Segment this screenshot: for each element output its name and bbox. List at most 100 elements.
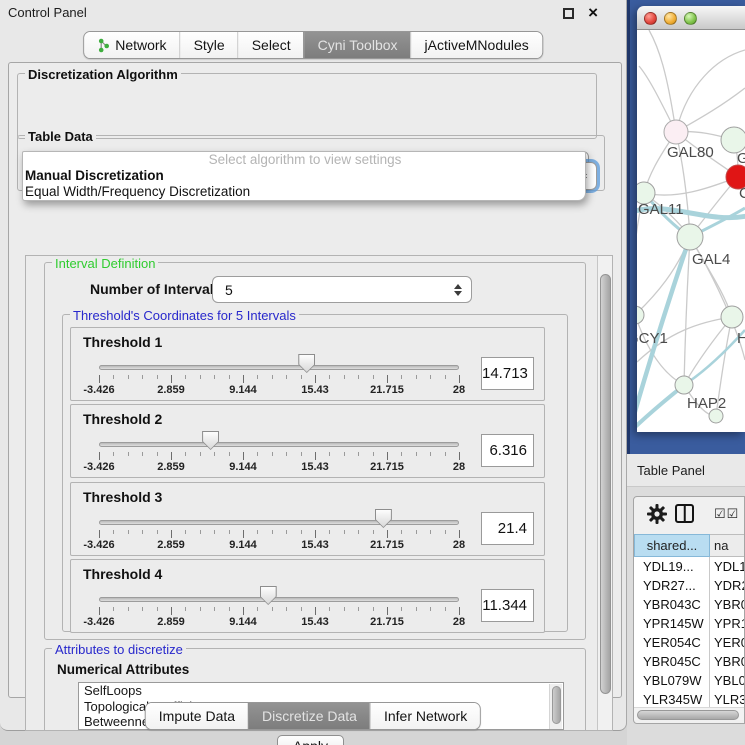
- table-cell[interactable]: YBR0: [710, 652, 744, 671]
- threshold-1-block: Threshold 1 -3.4262.8599.14415.4321.7152…: [70, 327, 545, 401]
- table-row[interactable]: YBR043CYBR0: [634, 595, 744, 614]
- attributes-title: Attributes to discretize: [52, 642, 186, 657]
- table-panel: Table Panel ☑☑ shared... na YDL19...YDL1…: [627, 454, 745, 745]
- node-label: H: [737, 330, 745, 347]
- gear-icon[interactable]: [646, 503, 668, 525]
- column-checkboxes-icon[interactable]: ☑☑: [714, 506, 739, 522]
- cyni-mode-tabs: Impute Data Discretize Data Infer Networ…: [145, 702, 481, 730]
- table-cell[interactable]: YDR2: [710, 576, 744, 595]
- close-traffic-light-icon[interactable]: [644, 12, 657, 25]
- tab-jactivemnodules[interactable]: jActiveMNodules: [411, 32, 542, 58]
- slider-tick-labels: -3.4262.8599.14415.4321.71528: [99, 461, 459, 473]
- minimize-traffic-light-icon[interactable]: [664, 12, 677, 25]
- tab-impute-data[interactable]: Impute Data: [146, 703, 248, 729]
- scrollbar-thumb[interactable]: [637, 710, 739, 720]
- split-panel-icon[interactable]: [675, 504, 694, 523]
- dropdown-item-equal-width-frequency[interactable]: Equal Width/Frequency Discretization: [23, 184, 585, 200]
- slider-tick-labels: -3.4262.8599.14415.4321.71528: [99, 384, 459, 396]
- node-label: GAL80: [667, 144, 714, 161]
- scrollbar-thumb[interactable]: [600, 274, 611, 694]
- tab-label: Style: [194, 32, 225, 58]
- numerical-attributes-label: Numerical Attributes: [57, 662, 189, 677]
- table-cell[interactable]: YER054C: [634, 633, 710, 652]
- tab-label: Impute Data: [159, 703, 235, 729]
- tab-cyni-toolbox[interactable]: Cyni Toolbox: [304, 32, 411, 58]
- number-of-intervals-combobox[interactable]: 5: [212, 276, 472, 303]
- apply-button[interactable]: Apply: [277, 735, 344, 745]
- threshold-slider-track[interactable]: [99, 365, 459, 370]
- threshold-slider-track[interactable]: [99, 520, 459, 525]
- threshold-value-field[interactable]: 11.344: [481, 589, 534, 622]
- table-header: shared... na: [634, 534, 744, 557]
- tab-style[interactable]: Style: [180, 32, 238, 58]
- table-cell[interactable]: YDL1: [710, 557, 744, 576]
- node-label: G: [737, 150, 745, 167]
- node-gal4[interactable]: [677, 224, 703, 250]
- table-cell[interactable]: YBR0: [710, 595, 744, 614]
- table-row[interactable]: YER054CYER0: [634, 633, 744, 652]
- column-header-name[interactable]: na: [710, 534, 744, 557]
- threshold-value-field[interactable]: 6.316: [481, 434, 534, 467]
- table-cell[interactable]: YBL0: [710, 671, 744, 690]
- threshold-label: Threshold 3: [83, 489, 162, 505]
- combo-stepper-icon: [454, 284, 462, 296]
- node-gal80[interactable]: [664, 120, 688, 144]
- node[interactable]: [721, 306, 743, 328]
- slider-tick-labels: -3.4262.8599.14415.4321.71528: [99, 539, 459, 551]
- node-label: GCY1: [637, 330, 668, 347]
- network-canvas[interactable]: GAL80 G C GAL11 GAL4 GCY1 H HAP2: [637, 30, 745, 432]
- tab-discretize-data[interactable]: Discretize Data: [248, 703, 370, 729]
- tab-network[interactable]: Network: [84, 32, 179, 58]
- node-label: C: [739, 185, 745, 202]
- discretization-algorithm-group: [17, 73, 597, 139]
- threshold-slider-handle[interactable]: [202, 431, 219, 450]
- table-cell[interactable]: YER0: [710, 633, 744, 652]
- threshold-2-block: Threshold 2 -3.4262.8599.14415.4321.7152…: [70, 404, 545, 478]
- threshold-value-field[interactable]: 21.4: [481, 512, 534, 545]
- table-cell[interactable]: YBR043C: [634, 595, 710, 614]
- table-row[interactable]: YDL19...YDL1: [634, 557, 744, 576]
- table-row[interactable]: YPR145WYPR1: [634, 614, 744, 633]
- table-horizontal-scrollbar[interactable]: [634, 707, 744, 720]
- table-row[interactable]: YDR27...YDR2: [634, 576, 744, 595]
- threshold-slider-track[interactable]: [99, 442, 459, 447]
- table-cell[interactable]: YDR27...: [634, 576, 710, 595]
- table-cell[interactable]: YPR1: [710, 614, 744, 633]
- table-container: ☑☑ shared... na YDL19...YDL1YDR27...YDR2…: [633, 496, 745, 724]
- table-row[interactable]: YBR045CYBR0: [634, 652, 744, 671]
- zoom-traffic-light-icon[interactable]: [684, 12, 697, 25]
- threshold-label: Threshold 2: [83, 411, 162, 427]
- table-panel-titlebar: Table Panel: [627, 454, 745, 487]
- node-hap2[interactable]: [675, 376, 693, 394]
- table-cell[interactable]: YDL19...: [634, 557, 710, 576]
- dropdown-item-manual-discretization[interactable]: Manual Discretization: [23, 168, 585, 184]
- threshold-slider-handle[interactable]: [375, 509, 392, 528]
- tab-infer-network[interactable]: Infer Network: [370, 703, 480, 729]
- tab-label: Discretize Data: [262, 703, 357, 729]
- column-header-shared-name[interactable]: shared...: [634, 534, 710, 557]
- threshold-value-field[interactable]: 14.713: [481, 357, 534, 390]
- node-gcy1[interactable]: [637, 306, 644, 324]
- threshold-slider-handle[interactable]: [260, 586, 277, 605]
- list-scrollbar[interactable]: [549, 684, 562, 730]
- table-cell[interactable]: YBL079W: [634, 671, 710, 690]
- table-cell[interactable]: YPR145W: [634, 614, 710, 633]
- close-icon[interactable]: ×: [588, 2, 598, 24]
- dropdown-placeholder: Select algorithm to view settings: [23, 152, 585, 168]
- control-panel-titlebar: Control Panel ×: [0, 0, 626, 26]
- table-data-title: Table Data: [25, 129, 96, 144]
- tab-label: Infer Network: [384, 703, 467, 729]
- threshold-slider-handle[interactable]: [298, 354, 315, 373]
- table-cell[interactable]: YBR045C: [634, 652, 710, 671]
- network-window-titlebar[interactable]: [637, 6, 745, 30]
- slider-tick-labels: -3.4262.8599.14415.4321.71528: [99, 616, 459, 628]
- threshold-label: Threshold 1: [83, 334, 162, 350]
- threshold-slider-track[interactable]: [99, 597, 459, 602]
- tab-select[interactable]: Select: [238, 32, 304, 58]
- settings-scrollbar[interactable]: [597, 256, 612, 730]
- table-panel-title: Table Panel: [637, 463, 705, 478]
- list-item[interactable]: SelfLoops: [79, 683, 563, 699]
- node-label: GAL11: [638, 201, 684, 218]
- float-window-icon[interactable]: [563, 8, 574, 19]
- table-row[interactable]: YBL079WYBL0: [634, 671, 744, 690]
